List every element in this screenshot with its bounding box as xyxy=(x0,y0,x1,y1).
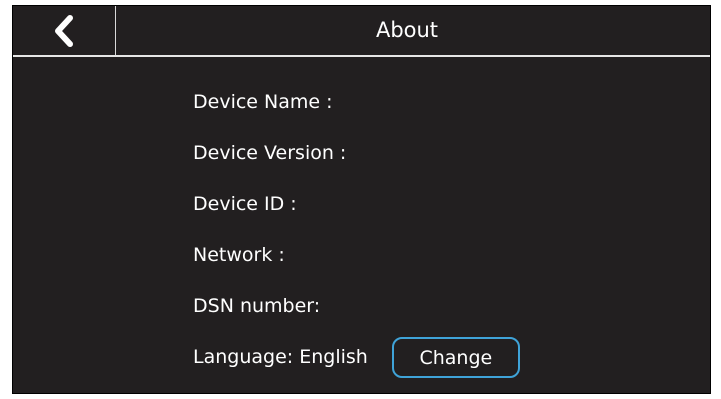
device-info-list: Device Name : Device Version : Device ID… xyxy=(193,90,520,396)
network-label: Network : xyxy=(193,244,285,266)
device-version-label: Device Version : xyxy=(193,142,347,164)
page-title: About xyxy=(375,18,439,42)
device-name-label: Device Name : xyxy=(193,91,333,113)
language-row: Language: English Change xyxy=(193,337,520,396)
device-name-row: Device Name : xyxy=(193,90,520,141)
change-language-button[interactable]: Change xyxy=(391,337,520,378)
language-label: Language: English xyxy=(193,346,368,368)
change-button-label: Change xyxy=(419,346,493,369)
dsn-number-label: DSN number: xyxy=(193,295,321,317)
device-id-label: Device ID : xyxy=(193,193,297,215)
device-version-row: Device Version : xyxy=(193,141,520,192)
device-id-row: Device ID : xyxy=(193,192,520,243)
chevron-left-icon xyxy=(53,14,75,47)
network-row: Network : xyxy=(193,243,520,294)
about-screen: About Device Name : Device Version : Dev… xyxy=(12,5,711,394)
back-button[interactable] xyxy=(13,6,116,55)
header-bar: About xyxy=(13,6,710,57)
